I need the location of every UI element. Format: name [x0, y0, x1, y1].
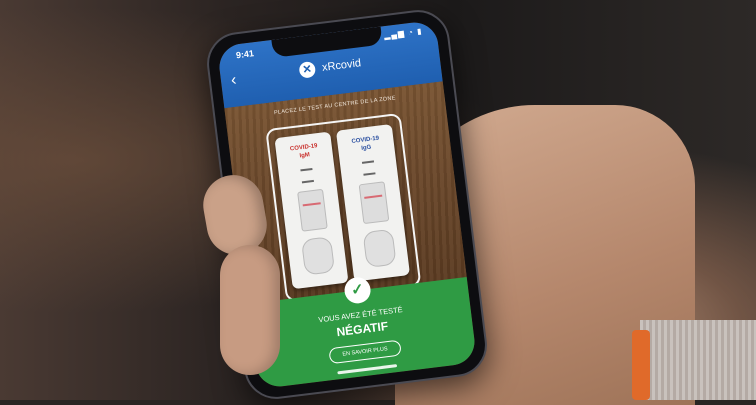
- watch-accent: [632, 330, 650, 400]
- result-window: [297, 188, 328, 232]
- sample-well: [300, 236, 336, 276]
- sample-well: [362, 228, 397, 269]
- cassette-marks: [361, 160, 376, 176]
- scan-frame: COVID-19 IgM COVID-19 IgG: [265, 112, 422, 303]
- result-window: [358, 181, 390, 225]
- status-icons: ▂▄▆ ◔ ▮: [383, 26, 423, 41]
- home-indicator: [337, 364, 398, 375]
- control-line: [302, 202, 321, 207]
- test-cassette-igm: COVID-19 IgM: [274, 131, 349, 290]
- cassette-marks: [300, 167, 314, 184]
- app-title: xRcovid: [321, 57, 362, 74]
- status-time: 9:41: [235, 48, 255, 61]
- watch-band: [640, 320, 756, 400]
- control-line: [364, 194, 383, 199]
- phone-notch: [271, 26, 383, 58]
- xrcovid-logo-icon: ✕: [298, 60, 317, 79]
- hand-fingers: [220, 245, 280, 375]
- test-cassette-igg: COVID-19 IgG: [335, 123, 411, 282]
- learn-more-button[interactable]: EN SAVOIR PLUS: [328, 339, 402, 365]
